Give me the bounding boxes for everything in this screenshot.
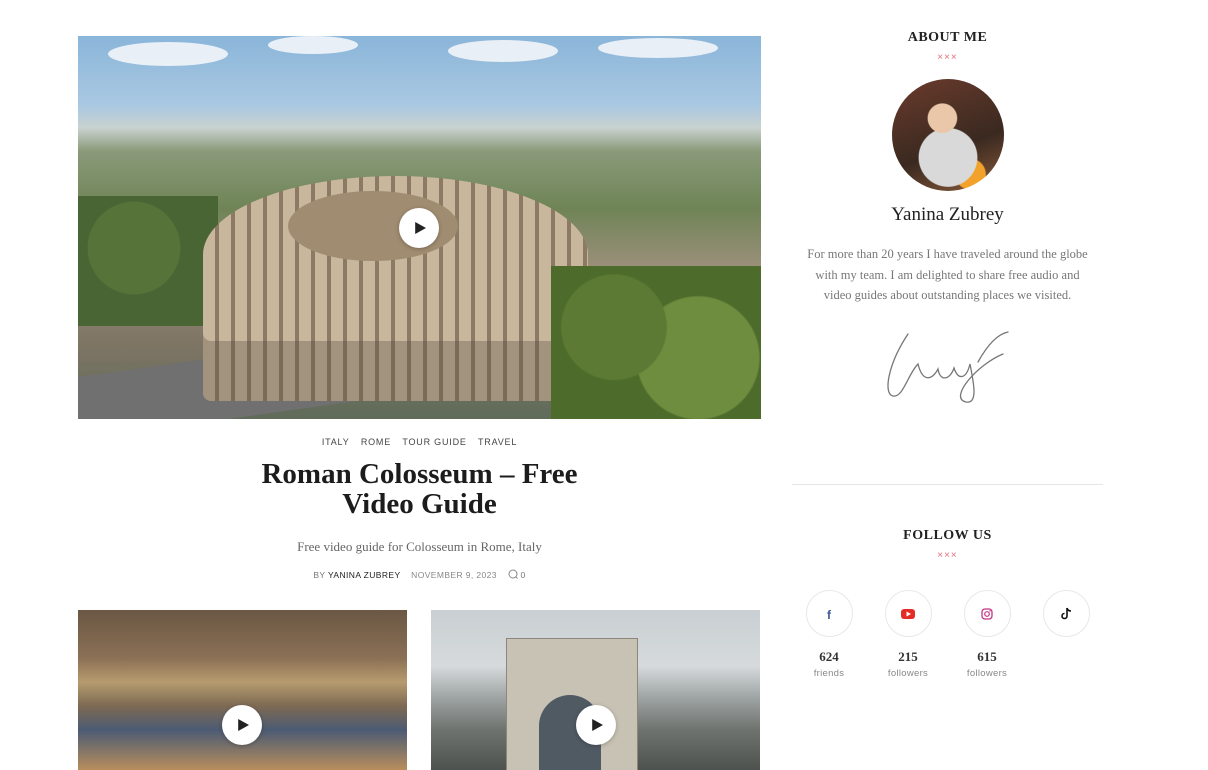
youtube-icon	[901, 608, 915, 619]
featured-image-colosseum[interactable]	[78, 36, 761, 419]
play-button[interactable]	[222, 705, 262, 745]
category-link[interactable]: ITALY	[322, 437, 350, 447]
instagram-label: followers	[966, 668, 1008, 679]
post-title[interactable]: Roman Colosseum – Free Video Guide	[240, 459, 600, 519]
facebook-label: friends	[813, 668, 845, 679]
post-date: NOVEMBER 9, 2023	[411, 570, 497, 580]
youtube-count: 215	[898, 649, 918, 664]
about-widget: ABOUT ME ××× Yanina Zubrey For more than…	[792, 30, 1103, 404]
social-button-youtube[interactable]	[884, 590, 932, 637]
play-button[interactable]	[576, 705, 616, 745]
play-icon	[415, 222, 426, 234]
sidebar-divider	[792, 484, 1103, 485]
comment-count: 0	[520, 570, 526, 580]
author-bio: For more than 20 years I have traveled a…	[807, 247, 1088, 302]
post-thumbnail-arc-de-triomphe[interactable]	[431, 610, 760, 770]
social-facebook[interactable]: f 624 friends	[805, 590, 853, 679]
play-icon	[238, 719, 249, 731]
comment-icon	[508, 569, 518, 579]
social-button-tiktok[interactable]	[1042, 590, 1090, 637]
follow-widget: FOLLOW US ×××	[792, 528, 1103, 561]
play-button[interactable]	[399, 208, 439, 248]
instagram-count: 615	[977, 649, 997, 664]
title-ornament: ×××	[937, 550, 958, 561]
category-link[interactable]: ROME	[361, 437, 391, 447]
svg-text:f: f	[827, 608, 832, 620]
by-label: BY	[313, 570, 326, 580]
title-ornament: ×××	[937, 52, 958, 63]
category-link[interactable]: TOUR GUIDE	[402, 437, 466, 447]
social-button-instagram[interactable]	[963, 590, 1011, 637]
play-icon	[592, 719, 603, 731]
comments-link[interactable]: 0	[508, 569, 526, 580]
author-name: Yanina Zubrey	[891, 204, 1004, 225]
signature-image	[886, 330, 1009, 403]
social-tiktok[interactable]	[1042, 590, 1090, 637]
avatar	[891, 79, 1004, 191]
facebook-icon: f	[827, 608, 832, 620]
post-meta: BY YANINA ZUBREY NOVEMBER 9, 2023 0	[78, 569, 761, 580]
tiktok-icon	[1061, 607, 1072, 620]
main-content: ITALY ROME TOUR GUIDE TRAVEL Roman Colos…	[78, 36, 761, 580]
category-list: ITALY ROME TOUR GUIDE TRAVEL	[78, 437, 761, 447]
social-button-facebook[interactable]: f	[805, 590, 853, 637]
instagram-icon	[981, 607, 993, 620]
follow-title: FOLLOW US	[903, 528, 992, 543]
facebook-count: 624	[819, 649, 839, 664]
author-link[interactable]: YANINA ZUBREY	[328, 570, 400, 580]
youtube-label: followers	[887, 668, 929, 679]
post-thumbnail-last-supper[interactable]	[78, 610, 407, 770]
category-link[interactable]: TRAVEL	[478, 437, 517, 447]
social-youtube[interactable]: 215 followers	[884, 590, 932, 679]
about-title: ABOUT ME	[907, 30, 988, 45]
social-instagram[interactable]: 615 followers	[963, 590, 1011, 679]
post-excerpt: Free video guide for Colosseum in Rome, …	[297, 539, 542, 554]
